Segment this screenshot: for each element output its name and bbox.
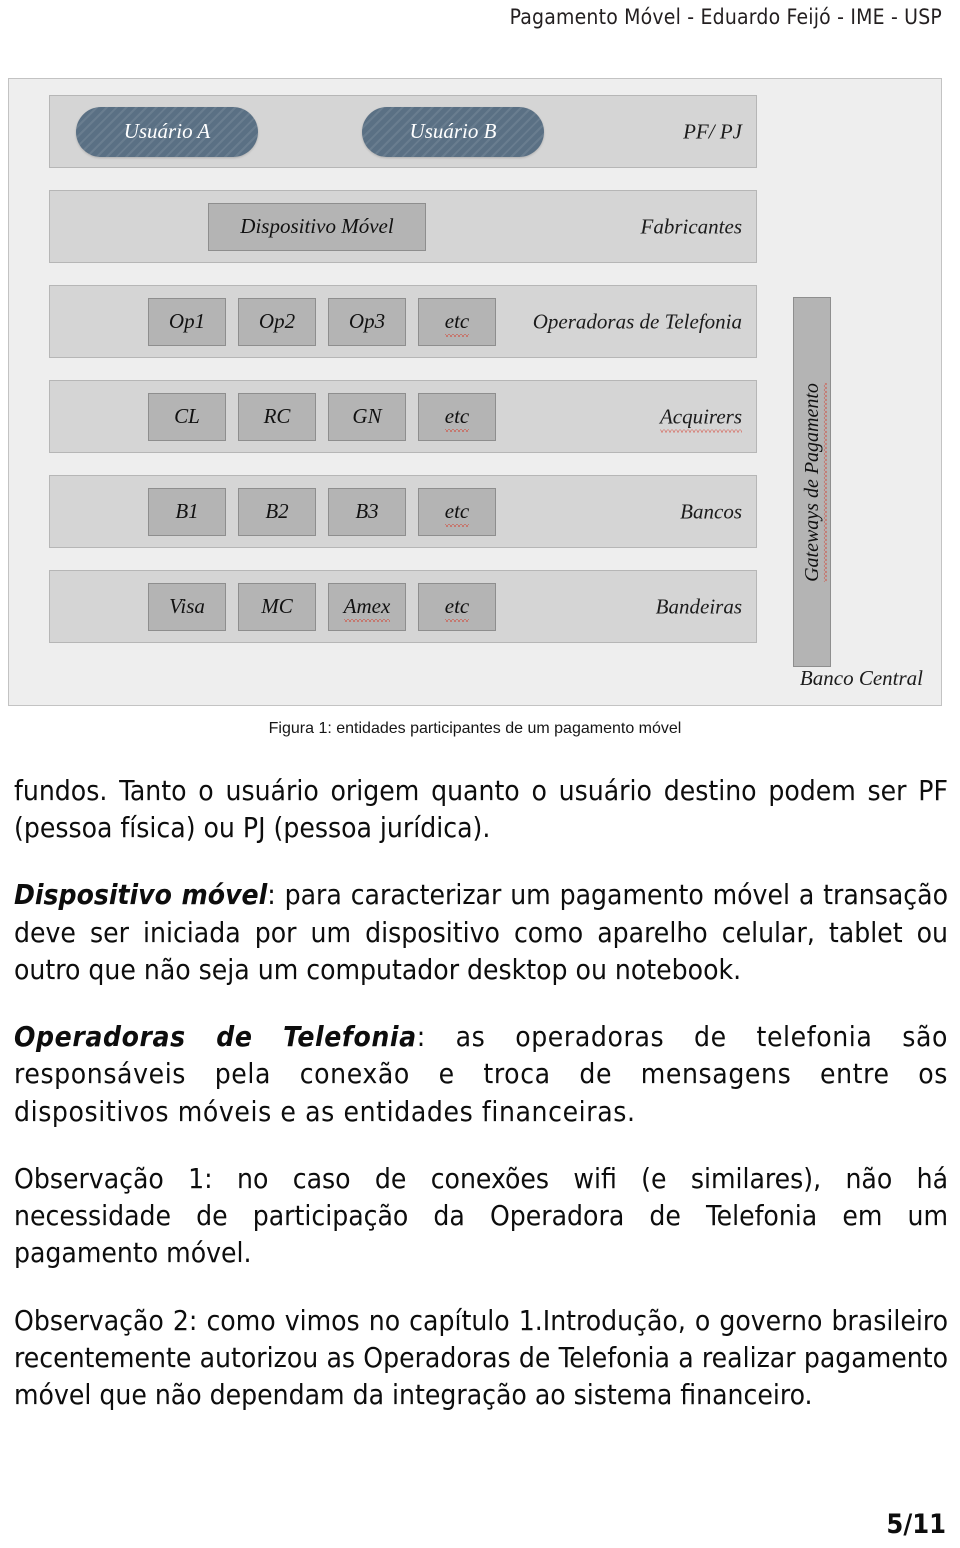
entity-label: etc (444, 404, 470, 432)
entity-label: B2 (265, 499, 289, 523)
entity-label: CL (174, 404, 200, 428)
entity-label: Dispositivo Móvel (240, 214, 394, 238)
diagram-rows: Usuário A Usuário B PF/ PJ Dispositivo M… (49, 95, 757, 643)
entity-visa[interactable]: Visa (148, 582, 226, 631)
entity-label: etc (444, 309, 470, 337)
entity-label: etc (444, 594, 470, 622)
gateways-label-text: Gateways de Pagamento (800, 382, 823, 582)
entity-op2[interactable]: Op2 (238, 297, 316, 346)
entity-label: Op3 (348, 309, 386, 333)
entity-usuario-b[interactable]: Usuário B (362, 106, 544, 157)
row-label-text: Acquirers (659, 404, 743, 432)
figure-1: Usuário A Usuário B PF/ PJ Dispositivo M… (8, 78, 942, 738)
row-label-operadoras-telefonia: Operadoras de Telefonia (532, 309, 742, 333)
entity-label: Usuário B (409, 119, 497, 143)
row-label-bandeiras: Bandeiras (655, 594, 742, 618)
row-label-pf-pj: PF/ PJ (683, 119, 742, 143)
diagram-row-dispositivo: Dispositivo Móvel Fabricantes (49, 190, 757, 263)
paragraph-observacao-2: Observação 2: como vimos no capítulo 1.I… (14, 1302, 948, 1414)
entity-amex[interactable]: Amex (328, 582, 406, 631)
entity-label: etc (444, 499, 470, 527)
entity-label: RC (263, 404, 291, 428)
paragraph-text: fundos. Tanto o usuário origem quanto o … (14, 774, 948, 845)
entity-op1[interactable]: Op1 (148, 297, 226, 346)
diagram-row-acquirers: CL RC GN etc Acquirers (49, 380, 757, 453)
entity-rc[interactable]: RC (238, 392, 316, 441)
entity-b2[interactable]: B2 (238, 487, 316, 536)
row-label-acquirers: Acquirers (659, 404, 743, 432)
entity-label: B3 (355, 499, 379, 523)
diagram-outer-container: Usuário A Usuário B PF/ PJ Dispositivo M… (8, 78, 942, 706)
entity-label: GN (352, 404, 382, 428)
entity-dispositivo-movel[interactable]: Dispositivo Móvel (208, 202, 426, 251)
entity-label: Usuário A (123, 119, 211, 143)
figure-caption: Figura 1: entidades participantes de um … (268, 720, 682, 737)
paragraph-operadoras-telefonia: Operadoras de Telefonia: as operadoras d… (14, 1018, 948, 1130)
row-label-bancos: Bancos (680, 499, 742, 523)
paragraph-lead: Dispositivo móvel (14, 878, 268, 912)
entity-mc[interactable]: MC (238, 582, 316, 631)
entity-label: Op1 (168, 309, 206, 333)
entity-b1[interactable]: B1 (148, 487, 226, 536)
paragraph-dispositivo-movel: Dispositivo móvel: para caracterizar um … (14, 876, 948, 988)
paragraph-text: Observação 2: como vimos no capítulo 1.I… (14, 1303, 948, 1412)
entity-banco-etc[interactable]: etc (418, 487, 496, 536)
entity-label: Visa (169, 594, 205, 618)
entity-op3[interactable]: Op3 (328, 297, 406, 346)
paragraph-lead: Operadoras de Telefonia (14, 1020, 417, 1054)
diagram-row-usuarios: Usuário A Usuário B PF/ PJ (49, 95, 757, 168)
diagram-row-bandeiras: Visa MC Amex etc Bandeiras (49, 570, 757, 643)
entity-gateways-de-pagamento[interactable]: Gateways de Pagamento (793, 297, 831, 667)
row-label-fabricantes: Fabricantes (640, 214, 742, 238)
paragraph-fundos: fundos. Tanto o usuário origem quanto o … (14, 772, 948, 846)
gateways-label: Gateways de Pagamento (801, 383, 824, 582)
entity-b3[interactable]: B3 (328, 487, 406, 536)
entity-gn[interactable]: GN (328, 392, 406, 441)
diagram-row-bancos: B1 B2 B3 etc Bancos (49, 475, 757, 548)
entity-label: Op2 (258, 309, 296, 333)
document-body: fundos. Tanto o usuário origem quanto o … (14, 772, 948, 1413)
diagram-row-operadoras: Op1 Op2 Op3 etc Operadoras de Telefonia (49, 285, 757, 358)
entity-usuario-a[interactable]: Usuário A (76, 106, 258, 157)
diagram-label-banco-central: Banco Central (799, 666, 923, 690)
entity-acquirer-etc[interactable]: etc (418, 392, 496, 441)
entity-cl[interactable]: CL (148, 392, 226, 441)
paragraph-observacao-1: Observação 1: no caso de conexões wifi (… (14, 1160, 948, 1272)
page-number: 5/11 (886, 1509, 946, 1540)
entity-label: MC (261, 594, 293, 618)
entity-op-etc[interactable]: etc (418, 297, 496, 346)
entity-label: B1 (175, 499, 199, 523)
running-header-title: Pagamento Móvel - Eduardo Feijó - IME - … (509, 5, 942, 29)
entity-label: Amex (343, 594, 391, 622)
entity-bandeira-etc[interactable]: etc (418, 582, 496, 631)
paragraph-text: Observação 1: no caso de conexões wifi (… (14, 1161, 948, 1270)
